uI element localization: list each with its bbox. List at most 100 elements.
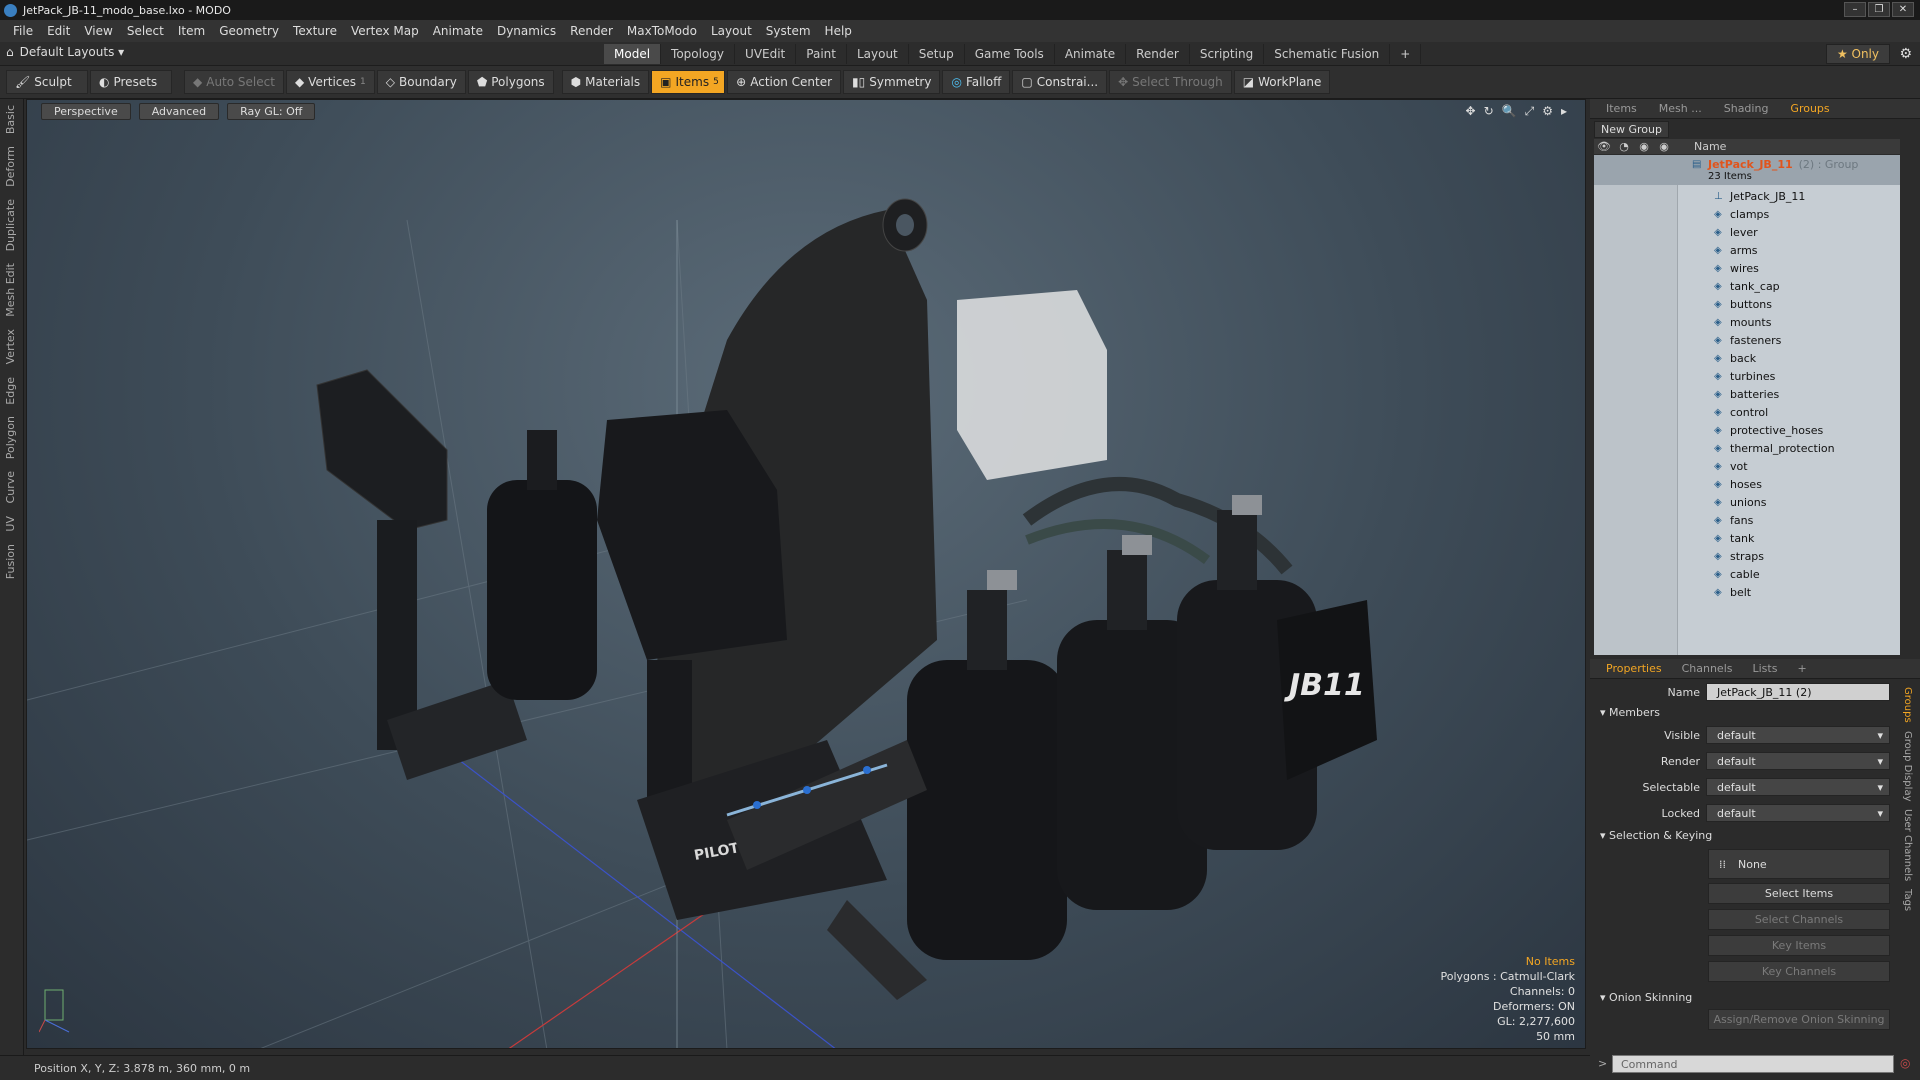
tab-edge[interactable]: Edge [4,371,17,411]
list-item[interactable]: ◈ arms [1594,241,1900,259]
list-item[interactable]: ◈ thermal_protection [1594,439,1900,457]
menu-geometry[interactable]: Geometry [212,24,286,38]
side-tab-groups[interactable]: Groups [1902,683,1913,727]
symmetry-button[interactable]: ▮▯ Symmetry [843,70,941,94]
menu-animate[interactable]: Animate [426,24,490,38]
list-item[interactable]: ◈ control [1594,403,1900,421]
list-item[interactable]: ◈ hoses [1594,475,1900,493]
materials-button[interactable]: ⬢ Materials [561,70,650,94]
only-toggle[interactable]: ★ Only [1825,44,1890,64]
sculpt-button[interactable]: 🖌 Sculpt [6,70,88,94]
menu-edit[interactable]: Edit [40,24,77,38]
minimize-button[interactable]: – [1844,2,1866,17]
tab-animate[interactable]: Animate [1055,44,1127,64]
polygons-button[interactable]: ⬟ Polygons [467,70,554,94]
menu-help[interactable]: Help [818,24,859,38]
command-input[interactable]: Command [1612,1055,1894,1073]
tab-vertex[interactable]: Vertex [4,323,17,370]
tab-topology[interactable]: Topology [661,44,736,64]
side-tab-user-channels[interactable]: User Channels [1902,805,1913,885]
tab-scripting[interactable]: Scripting [1190,44,1265,64]
items-button[interactable]: ▣ Items 5 [651,70,726,94]
new-group-button[interactable]: New Group [1594,121,1669,138]
selection-keying-section[interactable]: ▾ Selection & Keying [1600,829,1712,842]
tab-properties[interactable]: Properties [1596,662,1672,675]
list-item[interactable]: ◈ cable [1594,565,1900,583]
menu-layout[interactable]: Layout [704,24,759,38]
presets-button[interactable]: ◐ Presets [90,70,172,94]
menu-view[interactable]: View [77,24,119,38]
menu-vertex-map[interactable]: Vertex Map [344,24,426,38]
gear-icon[interactable]: ⚙ [1899,46,1912,62]
vertices-button[interactable]: ◆ Vertices 1 [285,70,375,94]
list-item[interactable]: ◈ batteries [1594,385,1900,403]
add-properties-tab-button[interactable]: + [1787,662,1816,675]
list-item[interactable]: ◈ wires [1594,259,1900,277]
locked-dropdown[interactable]: default ▾ [1706,804,1890,822]
render-dropdown[interactable]: default ▾ [1706,752,1890,770]
list-item[interactable]: ◈ tank [1594,529,1900,547]
menu-render[interactable]: Render [563,24,620,38]
tab-uvedit[interactable]: UVEdit [735,44,797,64]
tab-duplicate[interactable]: Duplicate [4,193,17,257]
list-item[interactable]: ◈ tank_cap [1594,277,1900,295]
select-channels-button[interactable]: Select Channels [1708,909,1890,930]
select-through-button[interactable]: ✥ Select Through [1109,70,1232,94]
viewport-arrow-icon[interactable]: ▸ [1561,104,1567,119]
tab-items[interactable]: Items [1596,102,1647,115]
side-tab-tags[interactable]: Tags [1902,885,1913,915]
command-stop-icon[interactable]: ◎ [1900,1056,1910,1070]
tab-mesh[interactable]: Mesh ... [1649,102,1712,115]
menu-system[interactable]: System [759,24,818,38]
list-item[interactable]: ◈ belt [1594,583,1900,601]
menu-select[interactable]: Select [120,24,171,38]
menu-texture[interactable]: Texture [286,24,344,38]
tab-channels[interactable]: Channels [1672,662,1743,675]
fit-view-icon[interactable]: ⤢ [1525,104,1535,119]
tab-shading[interactable]: Shading [1714,102,1779,115]
tab-fusion[interactable]: Fusion [4,538,17,585]
3d-viewport[interactable]: PILOT JB11 Perspective Advanced Ray GL: … [26,99,1586,1049]
list-item[interactable]: ◈ clamps [1594,205,1900,223]
tab-mesh-edit[interactable]: Mesh Edit [4,257,17,323]
menu-dynamics[interactable]: Dynamics [490,24,563,38]
tab-basic[interactable]: Basic [4,99,17,140]
layout-home-icon[interactable]: ⌂ [6,45,14,59]
list-item[interactable]: ◈ protective_hoses [1594,421,1900,439]
assign-onion-skinning-button[interactable]: Assign/Remove Onion Skinning [1708,1009,1890,1030]
list-item[interactable]: ◈ vot [1594,457,1900,475]
close-button[interactable]: ✕ [1892,2,1914,17]
shading-advanced-button[interactable]: Advanced [138,103,220,120]
select-items-button[interactable]: Select Items [1708,883,1890,904]
move-view-icon[interactable]: ✥ [1466,104,1476,119]
tab-polygon[interactable]: Polygon [4,410,17,465]
none-button[interactable]: ⁞⁞ None [1708,849,1890,879]
tab-deform[interactable]: Deform [4,140,17,193]
falloff-button[interactable]: ◎ Falloff [942,70,1011,94]
maximize-button[interactable]: ❐ [1868,2,1890,17]
zoom-view-icon[interactable]: 🔍 [1502,104,1517,119]
list-item[interactable]: ◈ mounts [1594,313,1900,331]
tab-uv[interactable]: UV [4,510,17,538]
default-layouts-dropdown[interactable]: Default Layouts ▾ [20,45,125,59]
menu-file[interactable]: File [6,24,40,38]
members-section[interactable]: ▾ Members [1600,706,1660,719]
list-item[interactable]: ◈ fans [1594,511,1900,529]
tab-paint[interactable]: Paint [796,44,847,64]
workplane-button[interactable]: ◪ WorkPlane [1233,70,1331,94]
tab-render[interactable]: Render [1126,44,1190,64]
action-center-button[interactable]: ⊕ Action Center [727,70,842,94]
list-item[interactable]: ◈ buttons [1594,295,1900,313]
tab-schematic-fusion[interactable]: Schematic Fusion [1264,44,1391,64]
group-row[interactable]: ▤ JetPack_JB_11 (2) : Group 23 Items [1594,155,1900,185]
visible-dropdown[interactable]: default ▾ [1706,726,1890,744]
tab-lists[interactable]: Lists [1743,662,1788,675]
raygl-button[interactable]: Ray GL: Off [227,103,316,120]
list-item[interactable]: ◈ turbines [1594,367,1900,385]
jetpack-model-render[interactable]: PILOT JB11 [27,100,1586,1049]
tab-game-tools[interactable]: Game Tools [965,44,1055,64]
key-channels-button[interactable]: Key Channels [1708,961,1890,982]
side-tab-group-display[interactable]: Group Display [1902,727,1913,805]
tab-groups[interactable]: Groups [1780,102,1839,115]
tab-setup[interactable]: Setup [909,44,965,64]
